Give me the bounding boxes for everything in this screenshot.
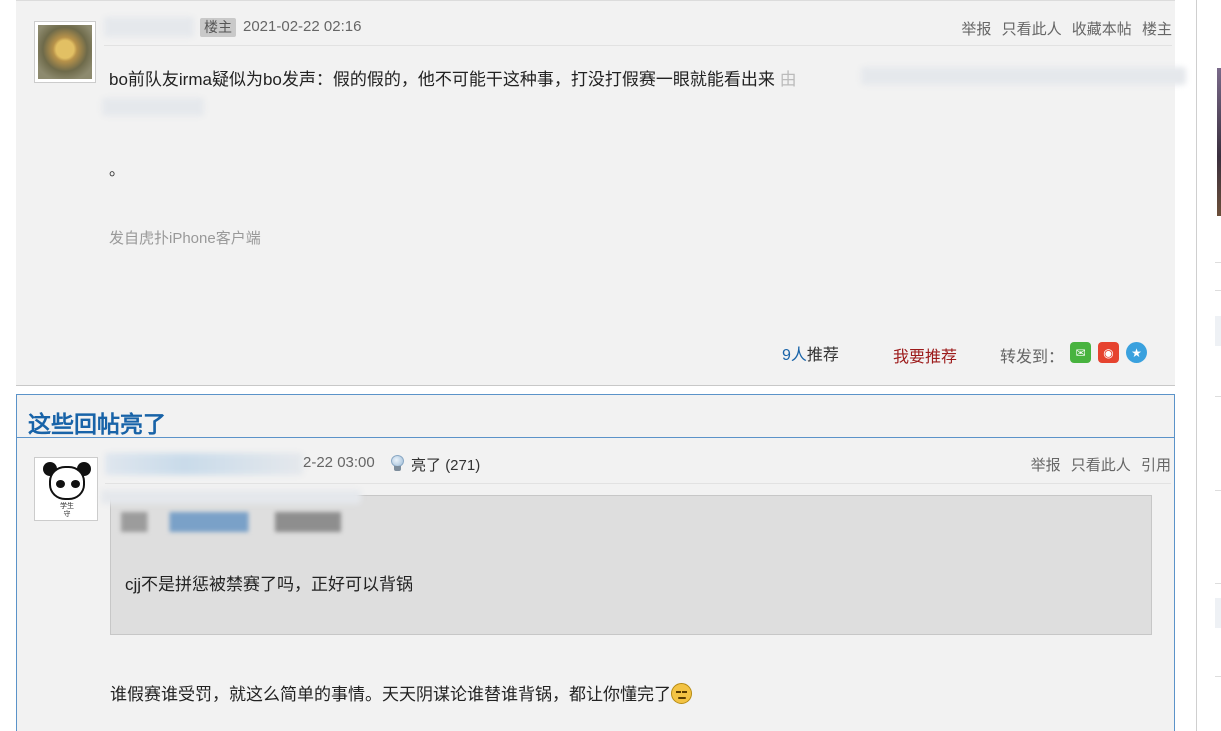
source-by-label: 由 [779,70,797,89]
divider [17,437,1174,438]
wechat-icon[interactable]: ✉ [1070,342,1091,363]
post-time: 2021-02-22 02:16 [243,18,362,35]
recommend-button[interactable]: 我要推荐 [893,343,957,367]
light-up-count[interactable]: 亮了 (271) [411,454,480,475]
quote-author-redacted [121,512,341,532]
avatar[interactable]: 学生守 [34,457,98,521]
recommend-number[interactable]: 9人 [782,347,807,364]
sidebar-block[interactable] [1215,598,1221,628]
reply-actions: 举报 只看此人 引用 [1025,454,1171,475]
recommend-suffix: 推荐 [806,347,839,364]
reply-body: 谁假赛谁受罚，就这么简单的事情。天天阴谋论谁替谁背锅，都让你懂完了 [110,680,692,705]
weibo-icon[interactable]: ◉ [1098,342,1119,363]
share-icons: ✉ ◉ ★ [1070,342,1147,363]
light-up-label: 亮了 [411,457,442,474]
username-redacted[interactable] [105,453,303,475]
report-link[interactable]: 举报 [961,21,991,38]
recommend-count[interactable]: 9人推荐 [782,341,839,365]
only-this-user-link[interactable]: 只看此人 [1002,21,1062,38]
section-title: 这些回帖亮了 [28,411,166,437]
report-link[interactable]: 举报 [1031,457,1061,474]
reply-time: 2-22 03:00 [303,454,375,471]
username-redacted[interactable] [104,17,194,37]
sidebar-image[interactable] [1217,68,1221,216]
favorite-link[interactable]: 收藏本帖 [1072,21,1132,38]
only-this-user-link[interactable]: 只看此人 [1071,457,1131,474]
sidebar-divider [1215,490,1221,491]
divider [104,45,1172,46]
redacted-text [101,490,361,504]
panda-avatar-icon [41,462,93,502]
sidebar-divider [1215,396,1221,397]
light-up-number: (271) [445,457,481,474]
page: 楼主 2021-02-22 02:16 举报 只看此人 收藏本帖 楼主 bo前队… [0,0,1221,731]
sidebar-divider [1215,676,1221,677]
highlighted-replies: 这些回帖亮了 学生守 2-22 03:00 亮了 (271) 举报 只看此人 引… [16,394,1175,731]
quoted-reply: cjj不是拼惩被禁赛了吗，正好可以背锅 [101,490,1152,635]
original-post: 楼主 2021-02-22 02:16 举报 只看此人 收藏本帖 楼主 bo前队… [16,0,1186,386]
avatar[interactable] [34,21,96,83]
client-source[interactable]: 发自虎扑iPhone客户端 [109,227,261,248]
sidebar-divider [1215,290,1221,291]
quote-text: cjj不是拼惩被禁赛了吗，正好可以背锅 [125,575,414,594]
op-badge: 楼主 [200,18,236,37]
reply-body-text: 谁假赛谁受罚，就这么简单的事情。天天阴谋论谁替谁背锅，都让你懂完了 [110,685,671,704]
redacted-text [102,98,204,116]
quote-link[interactable]: 引用 [1141,457,1171,474]
floor-label: 楼主 [1141,21,1172,38]
post-actions: 举报 只看此人 收藏本帖 楼主 [955,18,1172,39]
qzone-icon[interactable]: ★ [1126,342,1147,363]
share-label: 转发到： [1000,349,1065,366]
redacted-text [861,67,1186,85]
sidebar-divider [1215,583,1221,584]
post-body-period: 。 [109,162,126,179]
lightbulb-icon[interactable] [390,455,405,472]
post-body: bo前队友irma疑似为bo发声：假的假的，他不可能干这种事，打没打假赛一眼就能… [109,65,797,90]
right-sidebar [1196,0,1221,731]
divider [105,483,1171,484]
post-body-text: bo前队友irma疑似为bo发声：假的假的，他不可能干这种事，打没打假赛一眼就能… [109,70,775,89]
sad-face-icon [671,683,692,704]
sidebar-divider [1215,262,1221,263]
sidebar-block[interactable] [1215,316,1221,346]
